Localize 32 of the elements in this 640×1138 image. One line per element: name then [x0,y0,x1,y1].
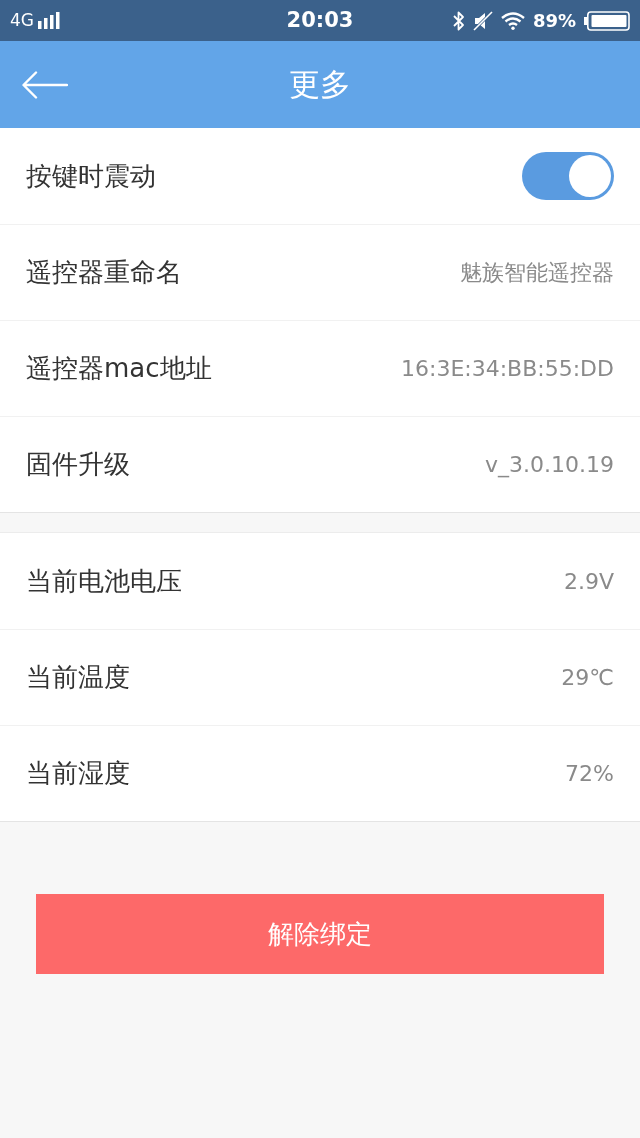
setting-value: 72% [565,760,614,788]
settings-row[interactable]: 遥控器重命名 魅族智能遥控器 [0,224,640,320]
settings-row[interactable]: 当前湿度 72% [0,725,640,821]
muted-speaker-icon [472,10,493,31]
settings-row[interactable]: 固件升级 v_3.0.10.19 [0,416,640,512]
setting-label: 遥控器mac地址 [26,352,212,385]
setting-label: 当前温度 [26,661,130,694]
setting-label: 当前湿度 [26,757,130,790]
setting-label: 遥控器重命名 [26,256,182,289]
setting-value: 2.9V [563,567,614,596]
bluetooth-icon [452,10,465,31]
network-type-text: 4G [10,8,34,32]
setting-label: 按键时震动 [26,159,156,193]
setting-label: 当前电池电压 [26,564,182,598]
setting-label: 固件升级 [26,448,130,481]
settings-row[interactable]: 当前温度 29℃ [0,629,640,725]
signal-bars-icon [38,12,60,29]
settings-row[interactable]: 遥控器mac地址 16:3E:34:BB:55:DD [0,320,640,416]
back-button[interactable] [22,70,68,99]
setting-value: v_3.0.10.19 [485,451,614,480]
settings-row[interactable]: 按键时震动 [0,128,640,224]
page-title: 更多 [289,65,351,105]
back-arrow-icon [22,70,68,99]
wifi-icon [500,11,525,30]
setting-value: 29℃ [561,664,614,692]
vibration-toggle[interactable] [522,152,614,200]
setting-value: 魅族智能遥控器 [460,259,614,287]
clock-text: 20:03 [286,6,354,34]
battery-percent-text: 89% [532,9,576,33]
setting-value: 16:3E:34:BB:55:DD [401,355,614,383]
battery-icon [584,10,630,31]
settings-row[interactable]: 当前电池电压 2.9V [0,533,640,629]
